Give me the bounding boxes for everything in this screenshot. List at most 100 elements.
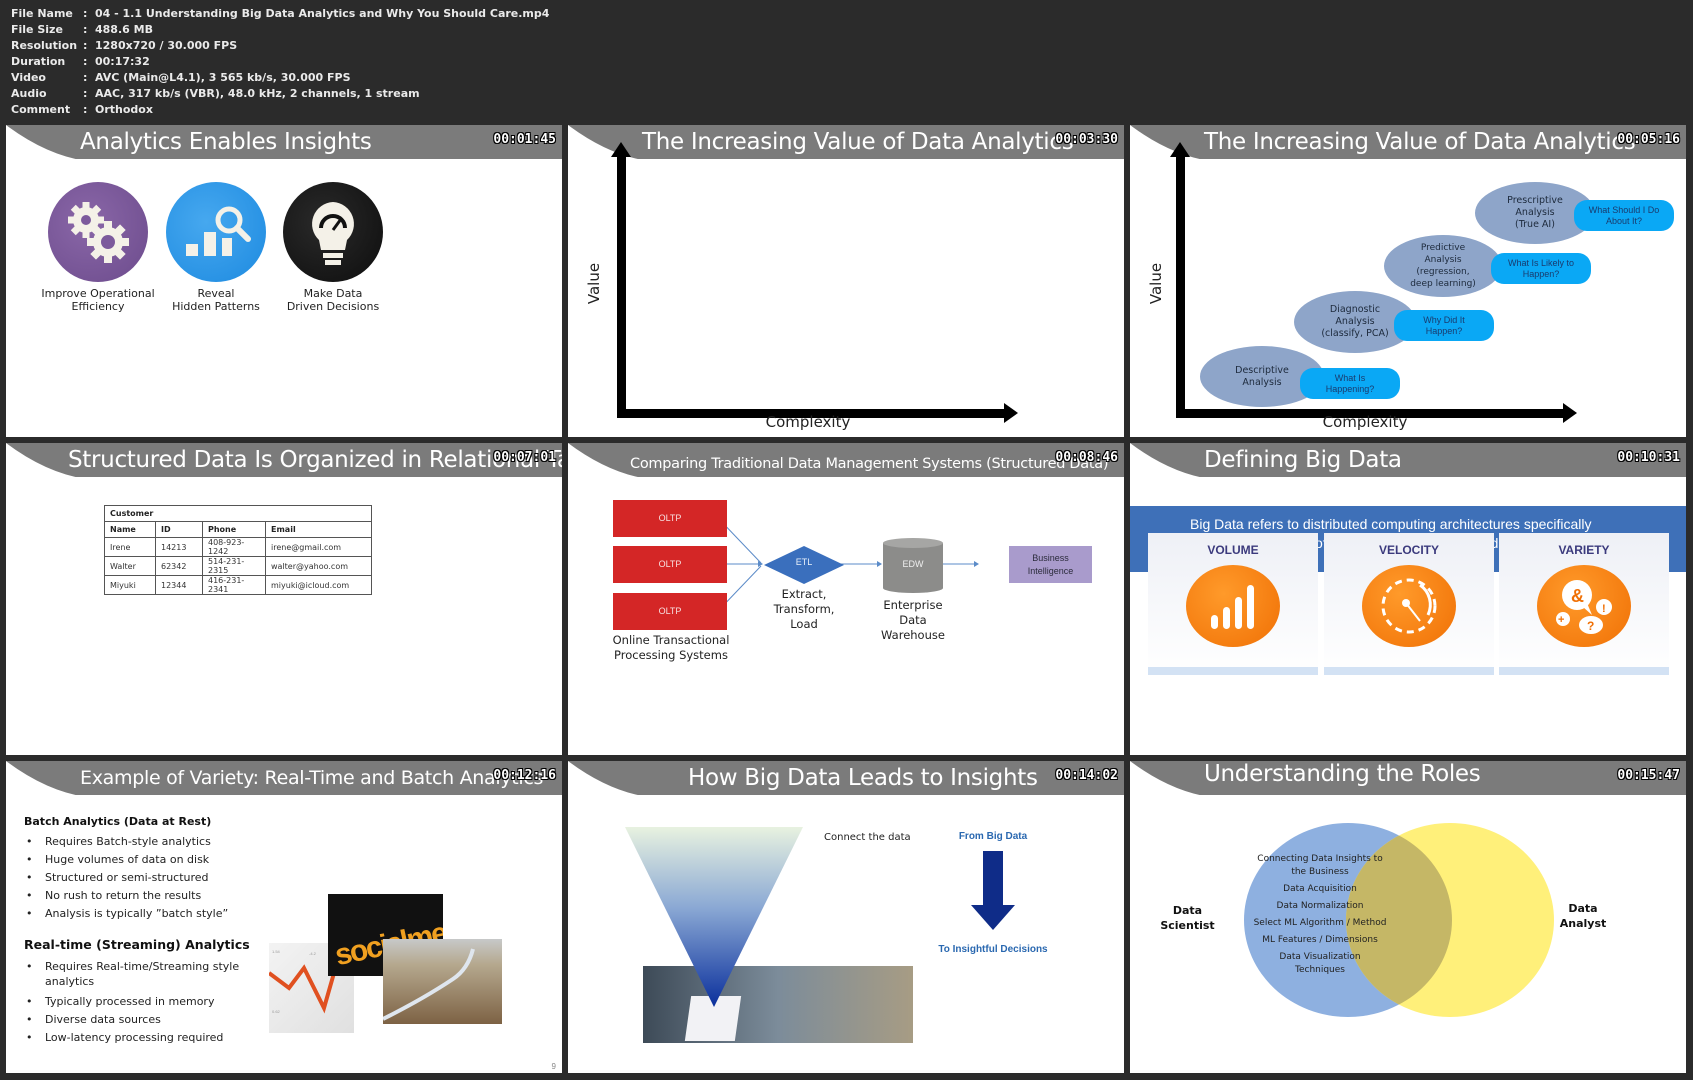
table-row: Miyuki 12344 416-231-2341 miyuki@icloud.com <box>104 575 372 595</box>
axes-arrows <box>611 142 1018 423</box>
x-axis-label: Complexity <box>765 413 851 431</box>
info-value: 00:17:32 <box>95 55 150 68</box>
table-row: Walter 62342 514-231-2315 walter@yahoo.com <box>104 556 372 576</box>
file-info-row: Comment: Orthodox <box>11 102 549 118</box>
v-label: VARIETY <box>1558 543 1610 557</box>
table-cell: miyuki@icloud.com <box>265 575 372 595</box>
skill-item: Connecting Data Insights to the Business <box>1257 854 1383 877</box>
header-curve <box>568 761 648 797</box>
batch-list: Requires Batch-style analytics Huge volu… <box>24 833 228 923</box>
thumbnail-slide-8[interactable]: How Big Data Leads to Insights 00:14:02 … <box>568 761 1124 1073</box>
v-label: VELOCITY <box>1378 543 1439 557</box>
thumbnail-slide-4[interactable]: Structured Data Is Organized in Relation… <box>6 443 562 755</box>
slide-title: Structured Data Is Organized in Relation… <box>68 447 562 473</box>
info-key: File Size <box>11 23 63 36</box>
down-arrow-icon <box>971 851 1015 930</box>
list-item: Requires Real-time/Streaming style analy… <box>24 959 244 989</box>
slide-title: Analytics Enables Insights <box>80 129 372 155</box>
file-info-panel: File Name:04 - 1.1 Understanding Big Dat… <box>11 6 549 118</box>
etl-label: ETL <box>795 557 813 567</box>
header-curve <box>6 125 86 161</box>
column-header: Email <box>265 521 372 538</box>
skill-item: ML Features / Dimensions <box>1262 935 1378 945</box>
info-separator: : <box>83 71 88 84</box>
info-key: Audio <box>11 87 47 100</box>
table-title-row: Customer <box>104 505 372 522</box>
table-cell: 62342 <box>155 556 203 576</box>
v-card-variety: VARIETY &! +? <box>1499 533 1669 675</box>
info-separator: : <box>83 87 88 100</box>
customer-table: Customer Name ID Phone Email Irene 14213 4… <box>104 505 372 595</box>
file-info-row: Video: AVC (Main@L4.1), 3 565 kb/s, 30.00… <box>11 70 549 86</box>
page-number: 9 <box>551 1062 556 1071</box>
thumbnail-slide-2[interactable]: The Increasing Value of Data Analytics 0… <box>568 125 1124 437</box>
oltp-box: OLTP <box>613 500 727 537</box>
skill-item: Select ML Algorithm / Method <box>1253 918 1387 928</box>
oltp-box: OLTP <box>613 593 727 630</box>
lightbulb-gauge-icon <box>283 182 383 282</box>
thumbnail-slide-9[interactable]: Understanding the Roles 00:15:47 Data Sc… <box>1130 761 1686 1073</box>
table-cell: Irene <box>104 537 156 557</box>
timestamp: 00:01:45 <box>493 132 556 147</box>
question-pill: What Is Likely to Happen? <box>1491 253 1591 284</box>
to-label: To Insightful Decisions <box>938 944 1048 955</box>
file-info-row: Resolution:1280x720 / 30.000 FPS <box>11 38 549 54</box>
speech-bubbles-icon: &! +? <box>1537 565 1631 647</box>
thumbnail-slide-6[interactable]: Defining Big Data 00:10:31 Big Data refe… <box>1130 443 1686 755</box>
thumbnail-slide-5[interactable]: Comparing Traditional Data Management Sy… <box>568 443 1124 755</box>
slide-title: Defining Big Data <box>1204 447 1402 473</box>
y-axis-label: Value <box>1147 262 1166 305</box>
data-scientist-label: Data Scientist <box>1160 904 1215 932</box>
skill-item: Data Normalization <box>1276 901 1364 911</box>
info-separator: : <box>83 55 88 68</box>
file-info-row: File Size:488.6 MB <box>11 22 549 38</box>
v-card-base <box>1499 667 1669 675</box>
table-cell: walter@yahoo.com <box>265 556 372 576</box>
table-cell: 12344 <box>155 575 203 595</box>
info-value: Orthodox <box>95 103 153 116</box>
v-card-base <box>1324 667 1494 675</box>
bar-chart-magnifier-icon <box>166 182 266 282</box>
etl-caption: Extract, Transform, Load <box>773 587 835 631</box>
timestamp: 00:10:31 <box>1617 450 1680 465</box>
list-item: Huge volumes of data on disk <box>24 851 228 869</box>
table-cell: Walter <box>104 556 156 576</box>
list-item: Low-latency processing required <box>24 1029 244 1047</box>
oltp-box: OLTP <box>613 546 727 583</box>
x-axis-label: Complexity <box>1322 413 1408 431</box>
file-info-row: Duration:00:17:32 <box>11 54 549 70</box>
signal-bars-icon <box>1186 565 1280 647</box>
batch-heading: Batch Analytics (Data at Rest) <box>24 815 212 828</box>
timestamp: 00:07:01 <box>493 450 556 465</box>
info-value: AVC (Main@L4.1), 3 565 kb/s, 30.000 FPS <box>95 71 351 84</box>
header-curve <box>6 761 86 797</box>
list-item: Diverse data sources <box>24 1011 244 1029</box>
business-intelligence-box: Business Intelligence <box>1009 546 1092 583</box>
column-header: Phone <box>202 521 266 538</box>
list-item: Structured or semi-structured <box>24 869 228 887</box>
v-card-base <box>1148 667 1318 675</box>
info-value: 488.6 MB <box>95 23 153 36</box>
from-label: From Big Data <box>958 831 1028 842</box>
slide-title: Example of Variety: Real-Time and Batch … <box>80 767 544 789</box>
data-funnel <box>625 827 803 1007</box>
y-axis-label-wrap: Value <box>1142 262 1172 305</box>
table-cell: irene@gmail.com <box>265 537 372 557</box>
column-header: ID <box>155 521 203 538</box>
info-separator: : <box>83 103 88 116</box>
thumbnail-slide-7[interactable]: Example of Variety: Real-Time and Batch … <box>6 761 562 1073</box>
table-cell: 408-923-1242 <box>202 537 266 557</box>
connect-label: Connect the data <box>824 832 911 843</box>
question-pill: What Is Happening? <box>1300 368 1400 399</box>
stage-predictive: Predictive Analysis (regression, deep le… <box>1384 235 1502 297</box>
thumbnail-slide-1[interactable]: Analytics Enables Insights 00:01:45 Impr… <box>6 125 562 437</box>
info-key: Video <box>11 71 46 84</box>
skills-list: Connecting Data Insights to the Business… <box>1245 853 1395 977</box>
header-curve <box>1130 443 1210 479</box>
gears-icon <box>48 182 148 282</box>
pipeline-image <box>382 939 502 1024</box>
column-header: Name <box>104 521 156 538</box>
info-key: File Name <box>11 7 73 20</box>
list-item: Requires Batch-style analytics <box>24 833 228 851</box>
thumbnail-slide-3[interactable]: The Increasing Value of Data Analytics 0… <box>1130 125 1686 437</box>
